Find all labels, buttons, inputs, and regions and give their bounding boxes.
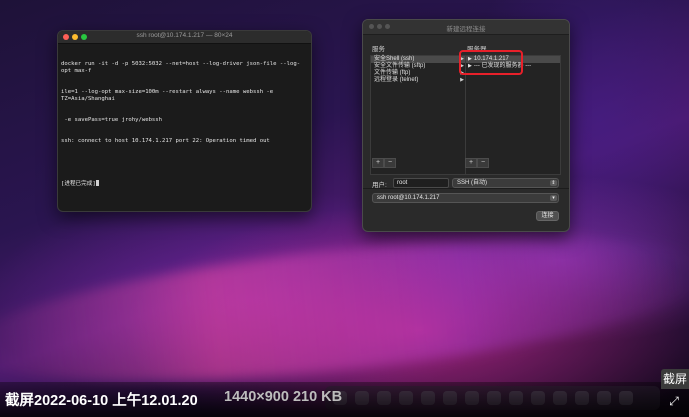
screenshot-badge: 截屏	[661, 369, 689, 389]
terminal-line: ssh: connect to host 10.174.1.217 port 2…	[61, 138, 270, 144]
service-item-ftp[interactable]: 文件传输 (ftp) ▶	[371, 70, 467, 77]
terminal-window[interactable]: ssh root@10.174.1.217 — 80×24 docker run…	[57, 30, 312, 212]
terminal-titlebar[interactable]: ssh root@10.174.1.217 — 80×24	[58, 31, 311, 44]
chevron-updown-icon: ⇕	[550, 180, 557, 186]
service-item-ssh[interactable]: 安全Shell (ssh) ▶	[371, 56, 467, 63]
wallpaper-wave	[0, 210, 689, 410]
service-item-sftp[interactable]: 安全文件传输 (sftp) ▶	[371, 63, 467, 70]
service-item-telnet[interactable]: 远程登录 (telnet) ▶	[371, 77, 467, 84]
terminal-line: ile=1 --log-opt max-size=100m --restart …	[61, 89, 277, 102]
chevron-right-icon: ▶	[460, 77, 464, 83]
dialog-titlebar[interactable]: 新建远程连接	[363, 20, 569, 35]
remove-service-button[interactable]: −	[384, 158, 396, 168]
process-complete-text: [进程已完成]	[61, 181, 96, 187]
user-field[interactable]: root	[393, 178, 449, 188]
terminal-line: [进程已完成]	[61, 180, 308, 188]
services-header: 服务	[372, 46, 385, 53]
dialog-title: 新建远程连接	[446, 26, 486, 33]
divider	[363, 188, 569, 189]
cursor	[95, 180, 99, 186]
command-select[interactable]: ssh root@10.174.1.217 ▾	[372, 193, 559, 203]
screenshot-filename: 截屏2022-06-10 上午12.01.20	[5, 393, 198, 409]
add-service-button[interactable]: +	[372, 158, 384, 168]
terminal-line: docker run -it -d -p 5032:5032 --net=hos…	[61, 61, 301, 74]
service-label: 安全文件传输 (sftp)	[374, 63, 426, 69]
service-label: 文件传输 (ftp)	[374, 70, 411, 76]
chevron-down-icon: ▾	[550, 195, 557, 201]
service-label: 安全Shell (ssh)	[374, 56, 415, 62]
user-label: 用户:	[372, 182, 387, 189]
command-value: ssh root@10.174.1.217	[377, 195, 440, 201]
service-label: 远程登录 (telnet)	[374, 77, 419, 83]
protocol-value: SSH (自动)	[457, 180, 488, 186]
terminal-line: -e savePass=true jrohy/webssh	[61, 117, 163, 123]
terminal-title: ssh root@10.174.1.217 — 80×24	[136, 32, 233, 39]
highlight-annotation	[459, 50, 523, 75]
expand-icon[interactable]: ⤢	[665, 392, 683, 410]
protocol-select[interactable]: SSH (自动) ⇕	[452, 178, 559, 188]
terminal-output[interactable]: docker run -it -d -p 5032:5032 --net=hos…	[58, 44, 311, 205]
connect-button[interactable]: 连接	[536, 211, 559, 221]
screenshot-meta: 1440×900 210 KB	[224, 389, 343, 405]
remove-server-button[interactable]: −	[477, 158, 489, 168]
add-server-button[interactable]: +	[465, 158, 477, 168]
services-list[interactable]: 安全Shell (ssh) ▶ 安全文件传输 (sftp) ▶ 文件传输 (ftp)…	[370, 55, 468, 175]
